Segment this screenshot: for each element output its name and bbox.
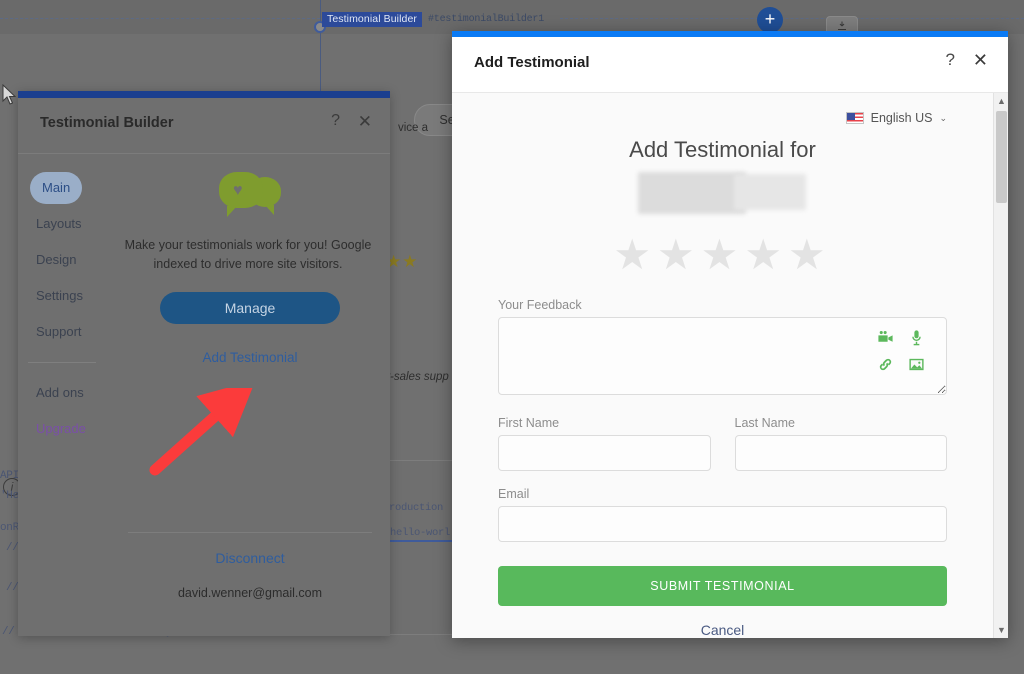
bg-file-tab-underline xyxy=(390,540,460,542)
dialog-accent-bar xyxy=(18,91,390,98)
email-row: Email xyxy=(498,487,947,542)
image-icon[interactable] xyxy=(908,356,925,373)
scrollbar[interactable]: ▲ ▼ xyxy=(993,93,1008,638)
star-icon-3[interactable]: ★ xyxy=(701,232,745,278)
sidebar-item-main[interactable]: Main xyxy=(30,172,82,204)
help-icon[interactable]: ? xyxy=(946,50,955,70)
sidebar-item-addons[interactable]: Add ons xyxy=(18,377,110,409)
us-flag-icon xyxy=(845,112,864,124)
annotation-arrow-icon xyxy=(149,388,253,476)
sidebar: Main Layouts Design Settings Support Add… xyxy=(18,154,110,636)
submit-testimonial-button[interactable]: SUBMIT TESTIMONIAL xyxy=(498,566,947,606)
sidebar-divider xyxy=(28,362,96,363)
email-label: Email xyxy=(498,487,530,501)
form-container: English US ⌄ Add Testimonial for ★★★★★ Y… xyxy=(452,93,993,638)
language-selector[interactable]: English US ⌄ xyxy=(498,93,947,125)
name-row: First Name Last Name xyxy=(498,416,947,471)
star-icon-2[interactable]: ★ xyxy=(657,232,701,278)
connector-vertical xyxy=(320,0,321,92)
screen: Testimonial Builder #testimonialBuilder1… xyxy=(0,0,1024,674)
rating-stars[interactable]: ★★★★★ xyxy=(498,232,947,278)
manage-button[interactable]: Manage xyxy=(160,292,340,324)
add-testimonial-link[interactable]: Add Testimonial xyxy=(110,350,390,365)
sidebar-item-settings[interactable]: Settings xyxy=(18,280,110,312)
first-name-label: First Name xyxy=(498,416,560,430)
bg-file-tabs: troduction hello-worl xyxy=(383,502,450,539)
promo-text: Make your testimonials work for you! Goo… xyxy=(124,238,372,271)
email-field[interactable] xyxy=(498,506,947,542)
page-title: Testimonial Builder xyxy=(40,115,174,131)
close-icon[interactable]: ✕ xyxy=(358,112,372,132)
star-icon-1[interactable]: ★ xyxy=(613,232,657,278)
bg-file-tab[interactable]: troduction xyxy=(383,502,450,514)
scrollbar-up-icon[interactable]: ▲ xyxy=(994,93,1008,109)
star-icon-4[interactable]: ★ xyxy=(744,232,788,278)
sidebar-item-support[interactable]: Support xyxy=(18,316,110,348)
add-testimonial-dialog: Add Testimonial ? ✕ English US ⌄ Add Tes… xyxy=(452,31,1008,638)
close-icon[interactable]: ✕ xyxy=(973,50,988,71)
feedback-label: Your Feedback xyxy=(498,298,582,312)
chevron-down-icon: ⌄ xyxy=(939,112,947,123)
node-tab-label[interactable]: Testimonial Builder xyxy=(322,12,423,27)
video-camera-icon[interactable] xyxy=(877,329,894,346)
disconnect-link[interactable]: Disconnect xyxy=(110,550,390,566)
sidebar-item-upgrade[interactable]: Upgrade xyxy=(18,413,110,445)
mouse-cursor-icon xyxy=(2,84,17,105)
help-icon[interactable]: ? xyxy=(331,112,340,130)
dialog-header: Add Testimonial ? ✕ xyxy=(452,37,1008,93)
star-icon-5[interactable]: ★ xyxy=(788,232,832,278)
bg-service-text: vice a xyxy=(398,122,429,134)
form-heading: Add Testimonial for xyxy=(629,137,816,162)
first-name-input[interactable] xyxy=(498,435,711,471)
sidebar-item-design[interactable]: Design xyxy=(18,244,110,276)
cancel-button[interactable]: Cancel xyxy=(498,622,947,638)
microphone-icon[interactable] xyxy=(908,329,925,346)
last-name-label: Last Name xyxy=(734,416,795,430)
speech-bubbles-heart-icon: ♥ xyxy=(219,172,281,220)
add-element-button[interactable]: + xyxy=(757,7,783,33)
connector-line-right xyxy=(560,18,1024,19)
link-icon[interactable] xyxy=(877,356,894,373)
sidebar-item-layouts[interactable]: Layouts xyxy=(18,208,110,240)
node-id-label: #testimonialBuilder1 xyxy=(428,14,545,25)
scrollbar-thumb[interactable] xyxy=(996,111,1007,203)
language-label: English US xyxy=(870,111,933,125)
bg-support-text: er-sales supp xyxy=(380,371,449,383)
account-email: david.wenner@gmail.com xyxy=(177,586,322,600)
bg-rating-stars: ★★ xyxy=(386,252,419,271)
bg-file-tab[interactable]: hello-worl xyxy=(383,527,450,539)
last-name-input[interactable] xyxy=(734,435,947,471)
panel-divider xyxy=(128,532,372,533)
dialog-title: Add Testimonial xyxy=(474,54,590,71)
dialog-body: English US ⌄ Add Testimonial for ★★★★★ Y… xyxy=(452,93,1008,638)
dialog-header: Testimonial Builder ? ✕ xyxy=(18,98,390,154)
feedback-tools xyxy=(877,329,933,373)
connector-line-left xyxy=(0,18,320,19)
testimonial-builder-dialog: Testimonial Builder ? ✕ Main Layouts Des… xyxy=(18,91,390,636)
redacted-subject-name xyxy=(637,172,808,214)
scrollbar-down-icon[interactable]: ▼ xyxy=(994,622,1008,638)
